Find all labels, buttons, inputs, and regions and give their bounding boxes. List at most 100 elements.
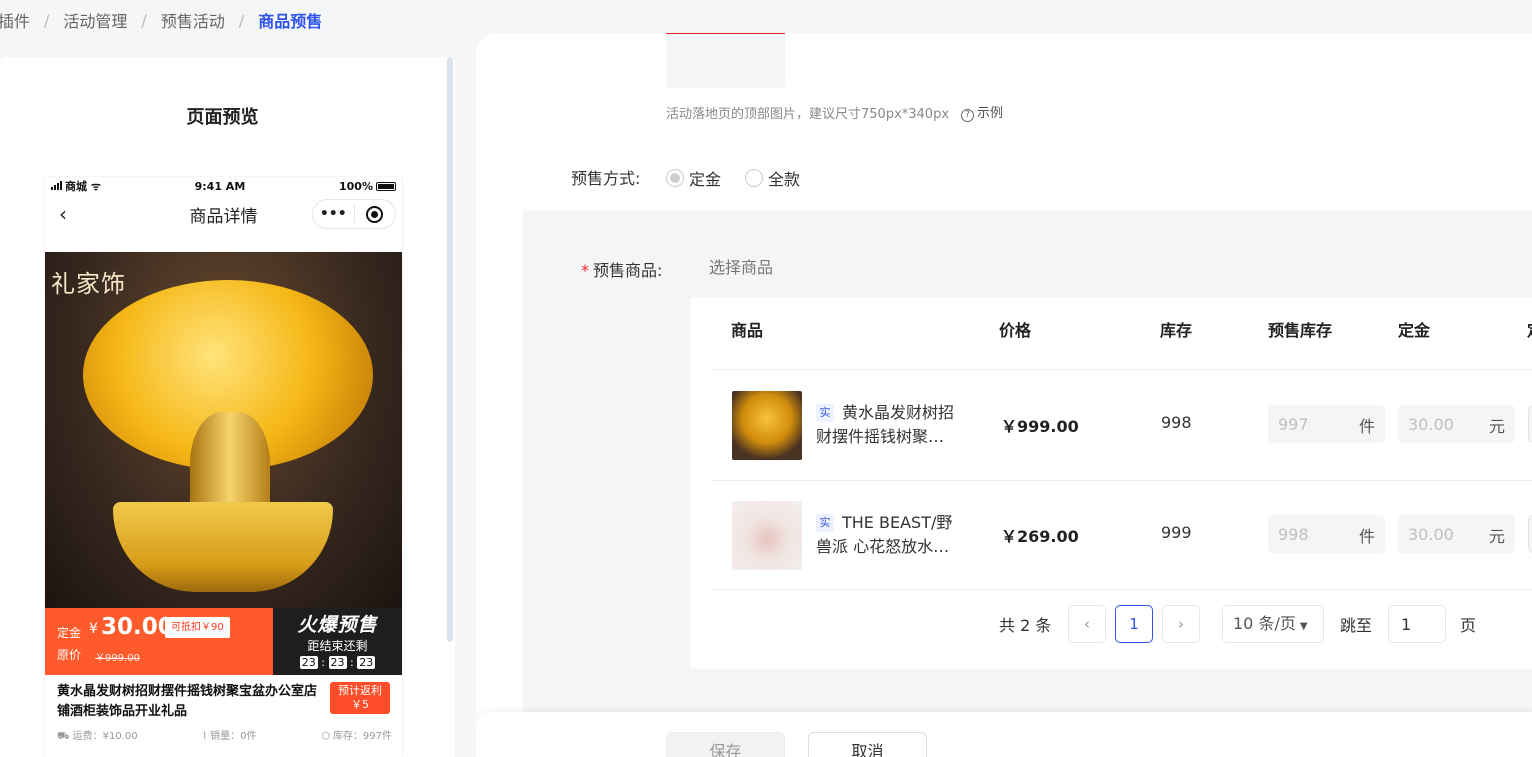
box-icon: ⬡ (321, 731, 330, 742)
pagination: 共 2 条 ‹ 1 › 10 条/页▼ 跳至 页 (690, 604, 1532, 644)
carrier: 商城 ᯤ (51, 178, 101, 194)
goods-table: 商品 价格 库存 预售库存 定金 定 实黄水晶发财树招财摆件摇钱树聚… ￥999… (690, 297, 1532, 669)
breadcrumb: 插件 / 活动管理 / 预售活动 / 商品预售 (0, 8, 322, 32)
form-footer: 保存 取消 (476, 712, 1532, 757)
countdown-seconds: 23 (357, 656, 376, 669)
battery: 100% (339, 180, 396, 193)
presale-stock-field: 件 (1268, 515, 1385, 553)
preview-panel: 页面预览 商城 ᯤ 9:41 AM 100% ‹ 商品详情 ••• 礼家饰 定金… (0, 57, 455, 757)
deposit-input[interactable] (1408, 413, 1478, 435)
currency-symbol: ¥ (89, 621, 98, 637)
status-time: 9:41 AM (194, 179, 246, 193)
sales-info: ⌇ 销量：0件 (202, 731, 257, 742)
preview-item-title: 黄水晶发财树招财摆件摇钱树聚宝盆办公室店铺酒柜装饰品开业礼品 (57, 684, 318, 719)
product-price: ￥999.00 (1001, 417, 1079, 436)
next-page-chevron-icon[interactable]: › (1162, 605, 1200, 643)
breadcrumb-presale-activity[interactable]: 预售活动 (161, 8, 225, 32)
unit-label: 件 (1358, 527, 1375, 546)
product-stock: 998 (1161, 413, 1192, 432)
treasure-bowl-graphic (113, 502, 333, 592)
select-goods-button[interactable]: 选择商品 (690, 251, 792, 285)
chevron-down-icon: ▼ (1299, 621, 1308, 632)
preview-meta-row: ⛟ 运费：¥10.00 ⌇ 销量：0件 ⬡ 库存：997件 (57, 727, 392, 744)
original-price: ￥999.00 (95, 653, 140, 664)
column-header-price: 价格 (999, 321, 1032, 340)
rebate-value: ￥5 (351, 698, 369, 711)
page-number-button[interactable]: 1 (1115, 605, 1153, 643)
jump-page-input[interactable] (1388, 605, 1446, 643)
row-divider (712, 589, 1532, 590)
stock-info: ⬡ 库存：997件 (321, 731, 392, 742)
truncated-input[interactable] (1528, 515, 1532, 553)
physical-goods-tag: 实 (816, 404, 834, 422)
physical-goods-tag: 实 (816, 514, 834, 532)
required-mark: * (581, 261, 589, 280)
navbar-title: 商品详情 (189, 206, 258, 227)
radio-dot-icon (666, 169, 684, 187)
product-stock: 999 (1161, 523, 1192, 542)
chart-icon: ⌇ (202, 731, 208, 742)
image-brand-logo: 礼家饰 (51, 270, 126, 298)
product-thumbnail (732, 501, 802, 570)
column-header-product: 商品 (731, 321, 764, 340)
presale-stock-input[interactable] (1278, 413, 1348, 435)
product-name: 实黄水晶发财树招财摆件摇钱树聚… (816, 403, 955, 446)
product-name: 实 THE BEAST/野兽派 心花怒放水… (816, 513, 953, 556)
cancel-button[interactable]: 取消 (808, 732, 927, 757)
breadcrumb-plugins[interactable]: 插件 (0, 8, 30, 32)
help-circle-icon: ? (961, 109, 975, 122)
countdown-timer: 23 : 23 : 23 (299, 656, 376, 669)
form-panel: 活动落地页的顶部图片，建议尺寸750px*340px ? 示例 预售方式: 定金 … (476, 33, 1532, 757)
preview-scrollbar[interactable] (447, 57, 453, 642)
signal-icon (51, 181, 62, 190)
deposit-field: 元 (1398, 405, 1515, 443)
freight-info: ⛟ 运费：¥10.00 (57, 731, 138, 742)
presale-goods-label: * 预售商品: (581, 261, 663, 280)
table-row: 实THE BEAST/野兽派 心花怒放水… ￥269.00 999 件 元 (690, 480, 1532, 590)
product-thumbnail (732, 391, 802, 460)
column-header-deposit: 定金 (1398, 321, 1431, 340)
radio-full-payment[interactable]: 全款 (745, 166, 800, 190)
prev-page-chevron-icon[interactable]: ‹ (1068, 605, 1106, 643)
presale-type-label: 预售方式: (571, 169, 641, 188)
phone-navbar: ‹ 商品详情 ••• (45, 195, 402, 233)
pagination-total: 共 2 条 (999, 616, 1052, 635)
jump-label: 跳至 (1340, 616, 1373, 635)
breadcrumb-product-presale: 商品预售 (258, 12, 323, 31)
table-row: 实黄水晶发财树招财摆件摇钱树聚… ￥999.00 998 件 元 (690, 370, 1532, 480)
page-size-select[interactable]: 10 条/页 ▼ (1222, 605, 1324, 643)
breadcrumb-separator: / (238, 10, 245, 30)
back-arrow-icon[interactable]: ‹ (59, 202, 67, 226)
rebate-label: 预计返利 (338, 684, 382, 697)
close-target-icon[interactable] (355, 205, 396, 223)
rebate-badge: 预计返利 ￥5 (330, 682, 390, 714)
countdown-label: 距结束还剩 (307, 639, 368, 653)
deposit-amount: 30.00 (101, 614, 174, 640)
product-price: ￥269.00 (1001, 527, 1079, 546)
breadcrumb-activity-management[interactable]: 活动管理 (63, 8, 127, 32)
presale-stock-input[interactable] (1278, 523, 1348, 545)
unit-label: 件 (1358, 417, 1375, 436)
original-price-label: 原价 (57, 648, 82, 662)
more-dots-icon[interactable]: ••• (313, 206, 354, 222)
truncated-input[interactable] (1528, 405, 1532, 443)
column-header-presale-stock: 预售库存 (1268, 321, 1333, 340)
cover-hint: 活动落地页的顶部图片，建议尺寸750px*340px ? 示例 (666, 102, 1003, 122)
breadcrumb-separator: / (44, 10, 50, 30)
page-suffix: 页 (1460, 616, 1477, 635)
save-button[interactable]: 保存 (666, 732, 785, 757)
radio-deposit[interactable]: 定金 (666, 166, 721, 190)
phone-statusbar: 商城 ᯤ 9:41 AM 100% (45, 177, 402, 195)
mini-program-capsule: ••• (312, 199, 396, 229)
cover-image-thumbnail[interactable] (666, 33, 785, 88)
column-header-truncated: 定 (1527, 317, 1532, 341)
battery-icon (375, 182, 396, 191)
countdown-hours: 23 (299, 656, 318, 669)
presale-type-radio-group: 定金 全款 (666, 166, 824, 190)
radio-dot-icon (745, 169, 764, 187)
product-main-image: 礼家饰 (45, 252, 402, 608)
phone-mockup: 商城 ᯤ 9:41 AM 100% ‹ 商品详情 ••• 礼家饰 定金 ¥ 30… (45, 177, 402, 757)
presale-goods-section: *预售商品: 选择商品 商品 价格 库存 预售库存 定金 定 实黄水晶发财树招财… (523, 211, 1532, 757)
example-link[interactable]: ? 示例 (961, 102, 1003, 122)
deposit-input[interactable] (1408, 523, 1478, 545)
